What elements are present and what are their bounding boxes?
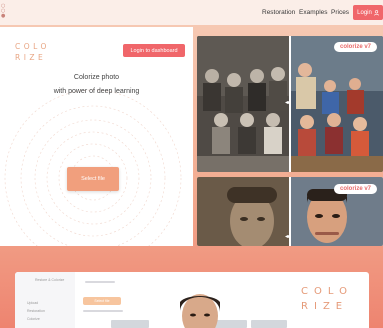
preview-sidebar-item: Colorize (27, 317, 40, 321)
tagline-line-2: with power of deep learning (53, 88, 140, 95)
brand-logo[interactable]: COLO RIZE (15, 41, 50, 63)
nav-restoration[interactable]: Restoration (262, 9, 295, 16)
compare-handle-icon[interactable]: ◂▸ (285, 98, 291, 106)
preview-thumbnail (251, 320, 287, 328)
nav-prices[interactable]: Prices (331, 9, 349, 16)
model-badge: colorize v7 (333, 42, 377, 52)
preview-brand-logo: COLO RIZE (301, 286, 353, 312)
preview-select-button: Select file (83, 297, 121, 305)
preview-sidebar-item: Upload (27, 301, 39, 305)
preview-text-line (83, 310, 123, 312)
preview-sidebar: Restore & Colorize Upload Restoration Co… (15, 272, 75, 328)
dashboard-preview: Restore & Colorize Upload Restoration Co… (15, 272, 369, 328)
preview-thumbnail (111, 320, 149, 328)
preview-portrait (180, 294, 220, 328)
hero-panel: COLO RIZE Login to dashboard Colorize ph… (0, 27, 193, 246)
preview-header-line (85, 281, 115, 283)
preview-sidebar-item: Restoration (27, 309, 45, 313)
login-button[interactable]: Login (353, 5, 383, 20)
example-card-portrait: ◂▸ colorize v7 (197, 177, 383, 246)
tagline-line-1: Colorize photo (73, 74, 120, 81)
top-navbar: ○ ○ ● Restoration Examples Prices Login (0, 0, 383, 25)
user-icon (374, 9, 379, 16)
model-badge-2: colorize v7 (333, 184, 377, 194)
login-label: Login (357, 9, 372, 16)
example-card-family: ◂▸ colorize v7 (197, 36, 383, 172)
menu-dots-icon[interactable]: ○ ○ ● (1, 4, 5, 19)
compare-handle-2-icon[interactable]: ◂▸ (285, 232, 291, 240)
preview-sidebar-title: Restore & Colorize (35, 278, 65, 282)
select-file-button[interactable]: Select file (67, 167, 119, 191)
nav-examples[interactable]: Examples (299, 9, 328, 16)
login-dashboard-button[interactable]: Login to dashboard (123, 44, 185, 57)
